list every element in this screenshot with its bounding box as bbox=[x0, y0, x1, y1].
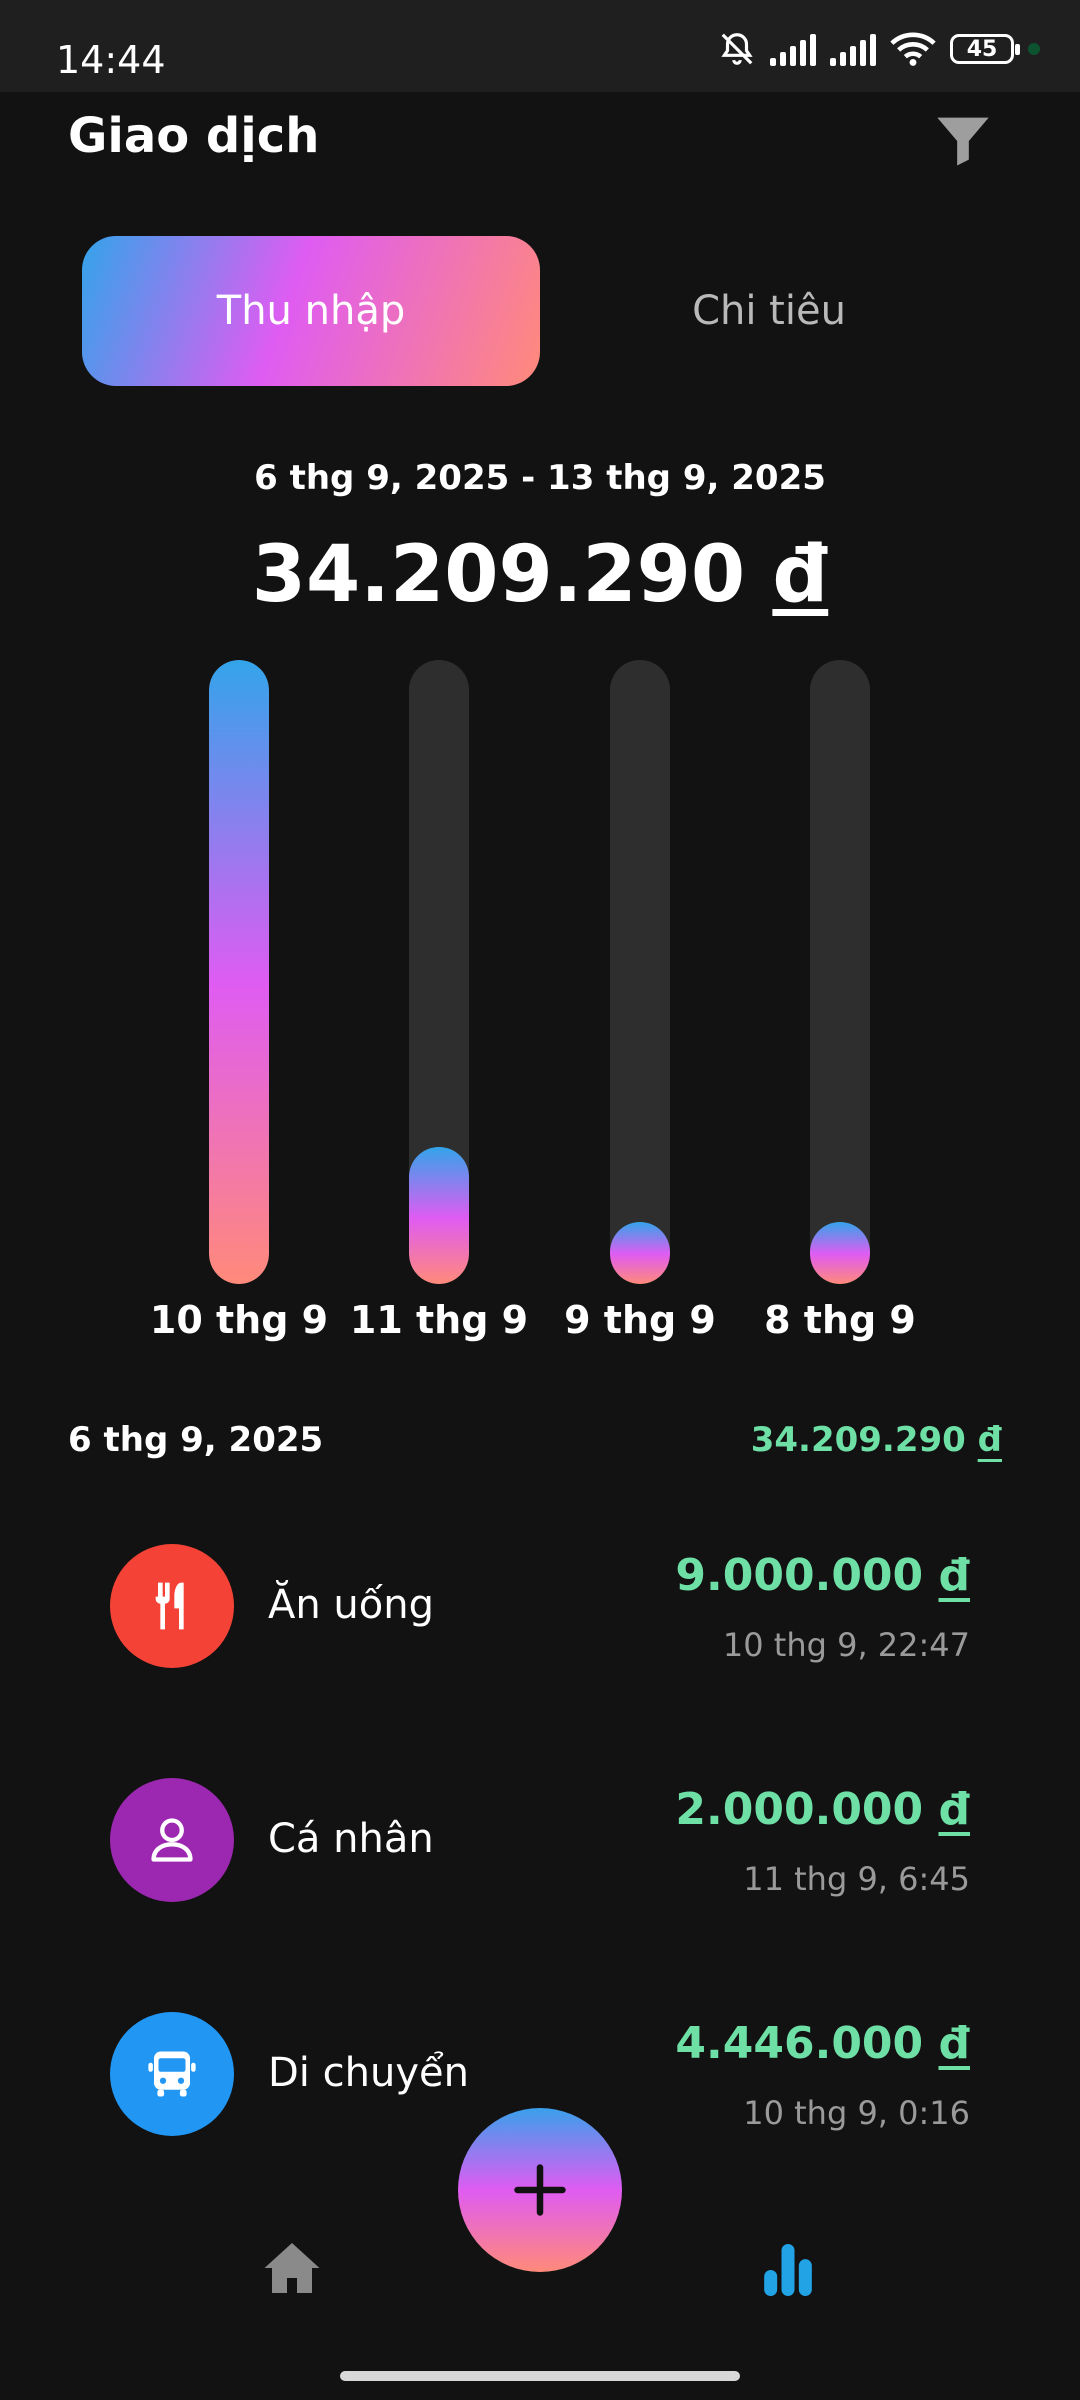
bar-fill-0 bbox=[209, 660, 269, 1284]
category-icon bbox=[110, 1778, 234, 1902]
tab-income[interactable]: Thu nhập bbox=[82, 236, 540, 386]
wifi-icon bbox=[890, 32, 936, 66]
add-button[interactable] bbox=[458, 2108, 622, 2272]
transaction-name: Di chuyển bbox=[268, 2050, 469, 2096]
add-icon bbox=[514, 2164, 566, 2216]
category-icon bbox=[110, 2012, 234, 2136]
amount-value: 2.000.000 bbox=[675, 1784, 924, 1835]
total-value: 34.209.290 bbox=[251, 530, 746, 620]
bar-track[interactable] bbox=[810, 660, 870, 1284]
bus-icon bbox=[148, 2051, 196, 2097]
bar-track[interactable] bbox=[610, 660, 670, 1284]
transaction-amount: 4.446.000 đ bbox=[675, 2018, 970, 2069]
gesture-bar bbox=[340, 2371, 740, 2381]
group-date: 6 thg 9, 2025 bbox=[68, 1420, 324, 1460]
fork-knife-icon bbox=[155, 1582, 184, 1630]
bell-off-icon bbox=[721, 33, 753, 65]
stats-icon[interactable] bbox=[762, 2244, 814, 2296]
transaction-time: 11 thg 9, 6:45 bbox=[743, 1860, 970, 1898]
bar-label: 10 thg 9 bbox=[149, 1298, 329, 1342]
privacy-dot bbox=[1028, 43, 1040, 55]
signal-icon bbox=[830, 32, 876, 66]
group-total: 34.209.290 đ bbox=[751, 1420, 1002, 1460]
transaction-time: 10 thg 9, 0:16 bbox=[743, 2094, 970, 2132]
home-icon[interactable] bbox=[262, 2240, 322, 2296]
tab-expense[interactable]: Chi tiêu bbox=[540, 236, 998, 386]
battery-level: 45 bbox=[966, 36, 998, 62]
transaction-amount: 9.000.000 đ bbox=[675, 1550, 970, 1601]
currency-symbol: đ bbox=[938, 1784, 971, 1835]
status-time: 14:44 bbox=[56, 38, 166, 82]
transaction-name: Cá nhân bbox=[268, 1816, 434, 1862]
status-icons: 45 bbox=[718, 30, 1040, 68]
currency-symbol: đ bbox=[938, 1550, 971, 1601]
bar-track[interactable] bbox=[409, 660, 469, 1284]
bar-label: 11 thg 9 bbox=[349, 1298, 529, 1342]
currency-symbol: đ bbox=[977, 1420, 1002, 1460]
bar-label: 8 thg 9 bbox=[764, 1298, 916, 1342]
signal-icon bbox=[770, 32, 816, 66]
filter-icon[interactable] bbox=[935, 115, 991, 167]
bar-fill-3 bbox=[810, 1222, 870, 1284]
bar-fill-1 bbox=[409, 1147, 469, 1284]
currency-symbol: đ bbox=[772, 530, 829, 620]
bar-fill-2 bbox=[610, 1222, 670, 1284]
total-amount: 34.209.290 đ bbox=[0, 530, 1080, 620]
transaction-name: Ăn uống bbox=[268, 1582, 434, 1628]
category-icon bbox=[110, 1544, 234, 1668]
transaction-time: 10 thg 9, 22:47 bbox=[722, 1626, 970, 1664]
person-icon bbox=[151, 1818, 193, 1862]
currency-symbol: đ bbox=[938, 2018, 971, 2069]
date-range: 6 thg 9, 2025 - 13 thg 9, 2025 bbox=[254, 458, 826, 498]
amount-value: 9.000.000 bbox=[675, 1550, 924, 1601]
bar-label: 9 thg 9 bbox=[564, 1298, 716, 1342]
transaction-amount: 2.000.000 đ bbox=[675, 1784, 970, 1835]
group-total-value: 34.209.290 bbox=[750, 1420, 966, 1460]
battery-icon: 45 bbox=[950, 34, 1020, 64]
bar-track[interactable] bbox=[209, 660, 269, 1284]
page-title: Giao dịch bbox=[68, 108, 320, 164]
amount-value: 4.446.000 bbox=[675, 2018, 924, 2069]
